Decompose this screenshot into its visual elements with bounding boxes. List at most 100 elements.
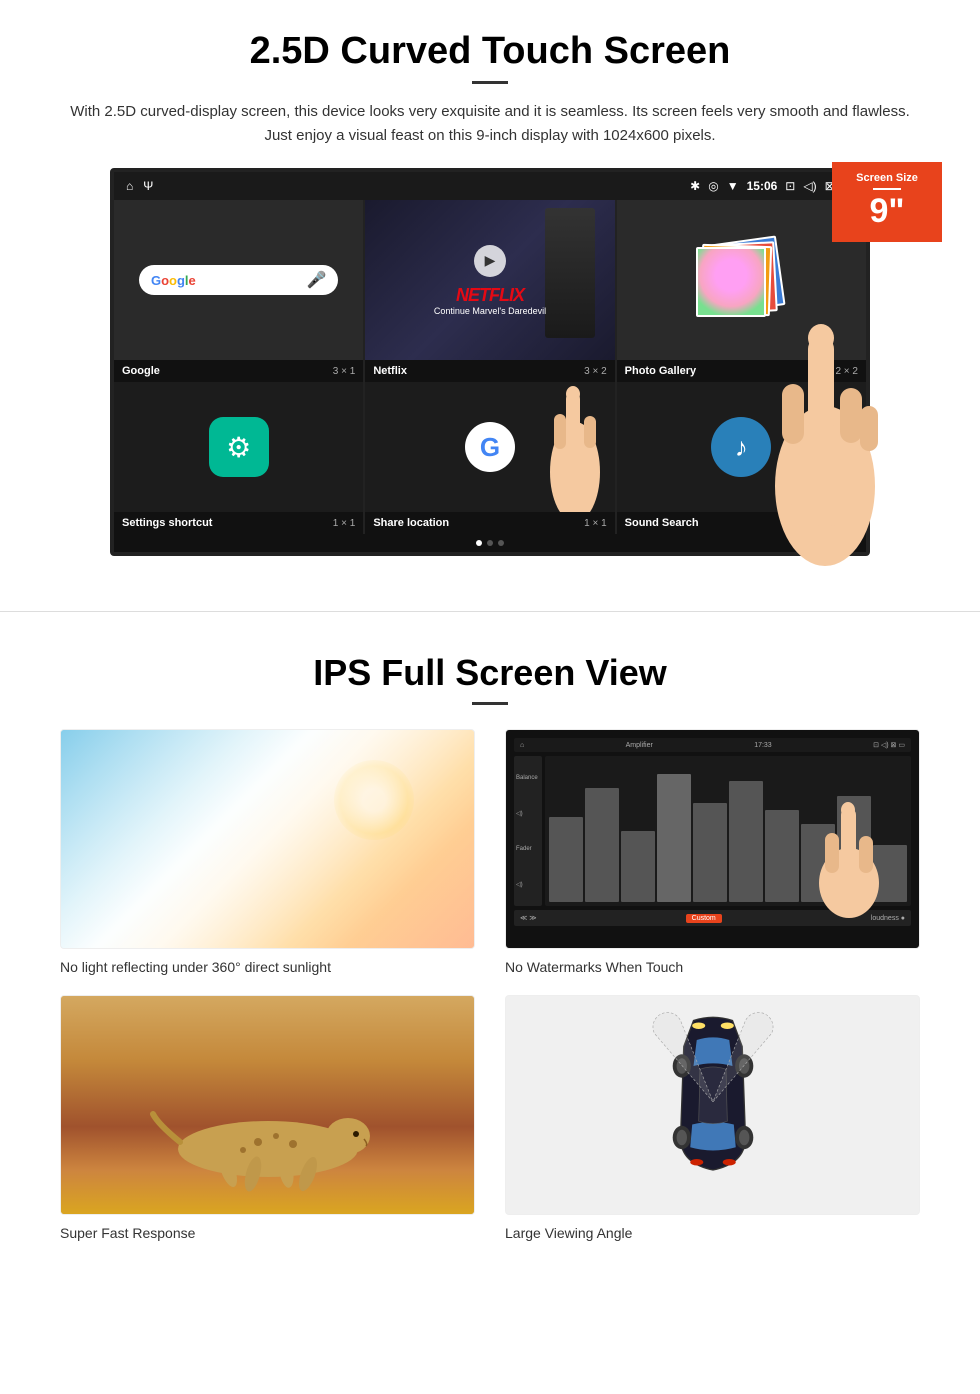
hand-pointing-svg: [530, 382, 615, 512]
sound-icon: ♪: [711, 417, 771, 477]
feature-amplifier-img: ⌂ Amplifier 17:33 ⊡ ◁) ⊠ ▭ Balance ◁) Fa…: [505, 729, 920, 949]
feature-cheetah-img: [60, 995, 475, 1215]
car-top-view-svg: [648, 1005, 778, 1205]
bluetooth-icon: ✱: [690, 179, 700, 193]
section1-title: 2.5D Curved Touch Screen: [60, 30, 920, 73]
maps-g-logo: G: [465, 422, 515, 472]
maps-logo-wrapper: G: [465, 422, 515, 472]
settings-app-name: Settings shortcut: [122, 517, 212, 529]
usb-icon: Ψ: [143, 179, 153, 193]
section-divider: [0, 611, 980, 612]
screen-size-badge: Screen Size 9": [832, 162, 942, 242]
netflix-app-cell[interactable]: ▶ NETFLIX Continue Marvel's Daredevil Ne…: [365, 200, 614, 382]
section2-divider: [472, 702, 508, 705]
sound-app-size: 1 × 1: [835, 518, 858, 529]
netflix-app-size: 3 × 2: [584, 366, 607, 377]
google-app-cell[interactable]: Google 🎤 Google 3 × 1: [114, 200, 363, 382]
section2-title: IPS Full Screen View: [60, 652, 920, 694]
amp-home: ⌂: [520, 742, 524, 749]
netflix-play-button[interactable]: ▶: [474, 245, 506, 277]
settings-app-size: 1 × 1: [333, 518, 356, 529]
section-curved-screen: 2.5D Curved Touch Screen With 2.5D curve…: [0, 0, 980, 581]
pagination-dots: [114, 534, 866, 552]
maps-g-letter: G: [480, 432, 500, 463]
netflix-label: Netflix 3 × 2: [365, 360, 614, 382]
amp-content: Balance ◁) Fader ◁): [514, 756, 911, 906]
volume-icon: ◁): [803, 179, 816, 193]
title-divider: [472, 81, 508, 84]
feature-cheetah-label: Super Fast Response: [60, 1225, 475, 1241]
feature-car-img: [505, 995, 920, 1215]
share-app-size: 1 × 1: [584, 518, 607, 529]
home-icon: ⌂: [126, 179, 133, 193]
netflix-subtitle: Continue Marvel's Daredevil: [434, 306, 546, 316]
settings-cell-content: ⚙: [114, 382, 363, 512]
feature-grid: No light reflecting under 360° direct su…: [60, 729, 920, 1241]
amp-icons: ⊡ ◁) ⊠ ▭: [873, 741, 905, 749]
badge-label: Screen Size: [840, 172, 934, 184]
google-label: Google 3 × 1: [114, 360, 363, 382]
dot-3: [498, 540, 504, 546]
device-container: Screen Size 9" ⌂ Ψ ✱ ◎ ▼ 15:06 ⊡ ◁) ⊠: [110, 168, 870, 556]
google-app-name: Google: [122, 365, 160, 377]
status-bar: ⌂ Ψ ✱ ◎ ▼ 15:06 ⊡ ◁) ⊠ ▭: [114, 172, 866, 200]
gallery-app-cell[interactable]: Photo Gallery 2 × 2: [617, 200, 866, 382]
camera-icon: ⊡: [785, 179, 795, 193]
status-right-icons: ✱ ◎ ▼ 15:06 ⊡ ◁) ⊠ ▭: [690, 179, 854, 193]
feature-amplifier-label: No Watermarks When Touch: [505, 959, 920, 975]
amp-custom-btn: Custom: [686, 914, 722, 923]
amp-bar-6: [729, 781, 763, 902]
google-logo: Google: [151, 273, 196, 288]
amp-bar-5: [693, 803, 727, 902]
gallery-app-size: 2 × 2: [835, 366, 858, 377]
google-search-bar[interactable]: Google 🎤: [139, 265, 338, 295]
photo-stack: [696, 235, 786, 325]
amp-bar-7: [765, 810, 799, 902]
badge-size: 9": [869, 192, 904, 230]
status-left-icons: ⌂ Ψ: [126, 179, 153, 193]
sound-cell-content: ♪: [617, 382, 866, 512]
feature-amplifier: ⌂ Amplifier 17:33 ⊡ ◁) ⊠ ▭ Balance ◁) Fa…: [505, 729, 920, 975]
amp-nav: ≪ ≫: [520, 914, 537, 922]
google-cell-content: Google 🎤: [114, 200, 363, 360]
amp-bar-3: [621, 831, 655, 902]
feature-cheetah: Super Fast Response: [60, 995, 475, 1241]
mic-icon: 🎤: [306, 270, 326, 290]
netflix-overlay: ▶ NETFLIX Continue Marvel's Daredevil: [365, 200, 614, 360]
feature-car: Large Viewing Angle: [505, 995, 920, 1241]
sound-search-cell[interactable]: ♪ Sound Search 1 × 1: [617, 382, 866, 534]
dot-2: [487, 540, 493, 546]
status-time: 15:06: [747, 179, 778, 193]
amp-bar-4: [657, 774, 691, 902]
amp-title: Amplifier: [626, 742, 653, 749]
device-screen: ⌂ Ψ ✱ ◎ ▼ 15:06 ⊡ ◁) ⊠ ▭: [110, 168, 870, 556]
netflix-logo: NETFLIX: [456, 285, 524, 306]
share-app-name: Share location: [373, 517, 449, 529]
gallery-app-name: Photo Gallery: [625, 365, 697, 377]
amp-bar-2: [585, 788, 619, 902]
feature-car-label: Large Viewing Angle: [505, 1225, 920, 1241]
netflix-app-name: Netflix: [373, 365, 407, 377]
amp-hand-svg: [809, 798, 889, 918]
photo-flower: [698, 249, 764, 315]
gallery-label: Photo Gallery 2 × 2: [617, 360, 866, 382]
badge-divider: [873, 188, 901, 190]
photo-card-4: [696, 247, 766, 317]
sound-label: Sound Search 1 × 1: [617, 512, 866, 534]
settings-label: Settings shortcut 1 × 1: [114, 512, 363, 534]
amp-time: 17:33: [754, 742, 772, 749]
wifi-icon: ▼: [727, 179, 739, 193]
feature-sunlight: No light reflecting under 360° direct su…: [60, 729, 475, 975]
gallery-cell-content: [617, 200, 866, 360]
settings-icon: ⚙: [209, 417, 269, 477]
location-icon: ◎: [708, 179, 718, 193]
sound-app-name: Sound Search: [625, 517, 699, 529]
feature-sunlight-img: [60, 729, 475, 949]
app-grid: Google 🎤 Google 3 × 1: [114, 200, 866, 382]
section-ips: IPS Full Screen View No light reflecting…: [0, 642, 980, 1271]
cheetah-svg: [138, 1094, 398, 1194]
settings-app-cell[interactable]: ⚙ Settings shortcut 1 × 1: [114, 382, 363, 534]
amp-top-bar: ⌂ Amplifier 17:33 ⊡ ◁) ⊠ ▭: [514, 738, 911, 752]
share-location-cell[interactable]: G: [365, 382, 614, 534]
amp-labels: Balance ◁) Fader ◁): [514, 756, 542, 906]
